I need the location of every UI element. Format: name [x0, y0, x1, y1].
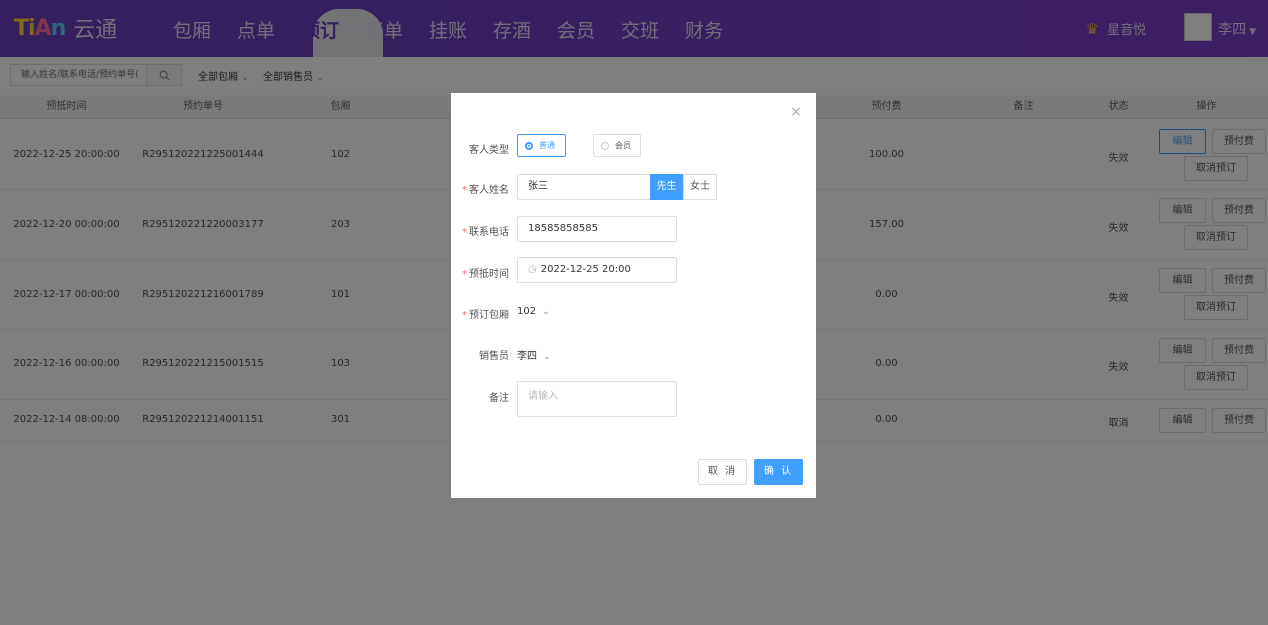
room-label: * 预订包厢 — [462, 310, 509, 321]
gender-male-button[interactable]: 先生 — [650, 174, 683, 200]
radio-dot — [525, 141, 533, 150]
confirm-button[interactable]: 确 认 — [754, 459, 803, 485]
close-icon[interactable]: × — [790, 104, 802, 120]
radio-member[interactable]: 会员 — [593, 134, 641, 157]
phone-input[interactable]: 18585858585 — [517, 216, 677, 242]
sales-select[interactable]: 李四 ⌄ — [517, 347, 551, 362]
radio-dot — [601, 141, 609, 150]
edit-reservation-dialog: × 客人类型 普通 会员 * 客人姓名 张三 先生 女士 * 联系电话 185858… — [451, 93, 816, 498]
cancel-button[interactable]: 取 消 — [698, 459, 747, 485]
customer-name-input[interactable]: 张三 — [517, 174, 651, 200]
radio-normal[interactable]: 普通 — [517, 134, 566, 157]
customer-type-label: 客人类型 — [469, 145, 509, 156]
room-select[interactable]: 102 ⌄ — [517, 306, 550, 317]
customer-name-label: * 客人姓名 — [462, 185, 509, 196]
phone-label: * 联系电话 — [462, 227, 509, 238]
chevron-down-icon: ⌄ — [542, 307, 550, 317]
arrive-time-label: * 预抵时间 — [462, 269, 509, 280]
gender-female-button[interactable]: 女士 — [683, 174, 717, 200]
sales-label: 销售员 — [479, 351, 509, 362]
arrive-time-picker[interactable]: ◷ 2022-12-25 20:00 — [517, 257, 677, 283]
clock-icon: ◷ — [528, 264, 537, 275]
note-label: 备注 — [489, 393, 509, 404]
note-textarea[interactable]: 请输入 — [517, 381, 677, 417]
chevron-down-icon: ⌄ — [543, 352, 551, 362]
